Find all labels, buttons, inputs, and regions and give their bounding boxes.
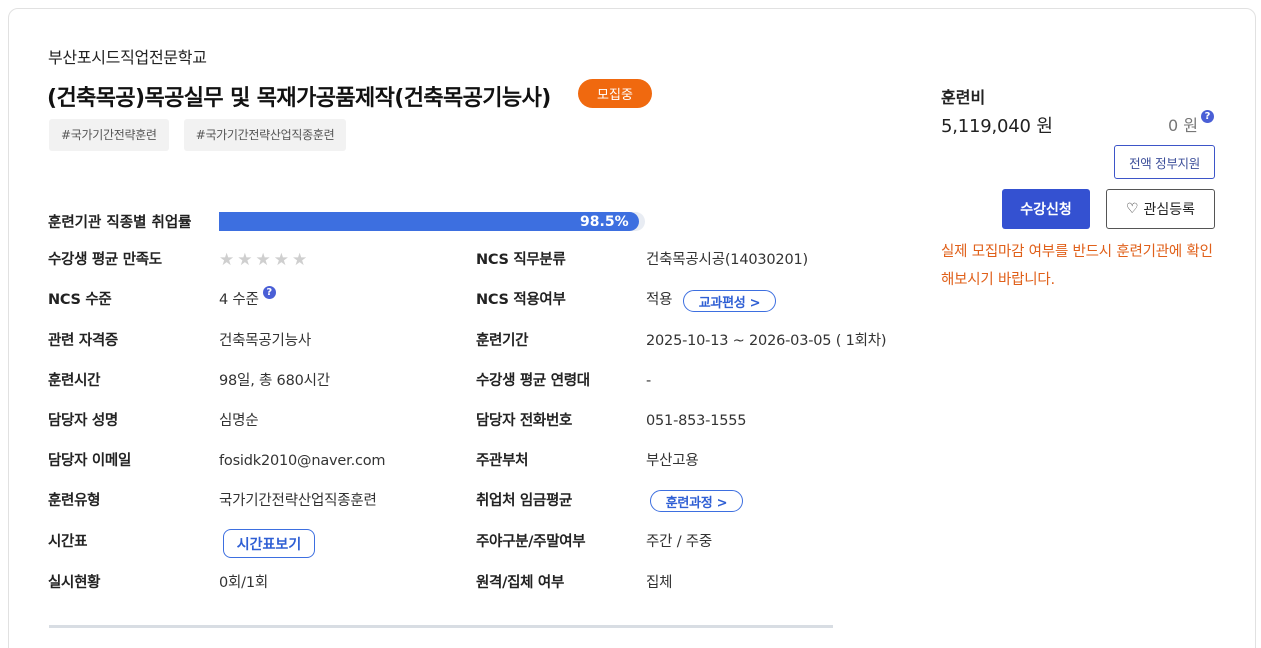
favorite-label: 관심등록 xyxy=(1143,202,1196,218)
fee-amount: 5,119,040 원 xyxy=(941,116,1053,137)
certificate-label: 관련 자격증 xyxy=(48,333,118,349)
info-row: 담당자 성명 심명순 담당자 전화번호 051-853-1555 xyxy=(0,409,900,433)
info-row: 수강생 평균 만족도 ★ ★ ★ ★ ★ NCS 직무분류 건축목공시공(140… xyxy=(0,248,900,272)
tag: #국가기간전략산업직종훈련 xyxy=(183,119,347,151)
info-row: 실시현황 0회/1회 원격/집체 여부 집체 xyxy=(0,571,900,595)
course-title: (건축목공)목공실무 및 목재가공품제작(건축목공기능사) xyxy=(47,86,551,111)
employment-rate-value: 98.5% xyxy=(580,213,629,230)
period-value: 2025-10-13 ~ 2026-03-05 ( 1회차) xyxy=(646,333,887,349)
star-icon: ★ xyxy=(255,250,271,270)
schedule-label: 주야구분/주말여부 xyxy=(476,534,586,550)
info-row: 시간표 주야구분/주말여부 주간 / 주중 xyxy=(0,530,900,554)
tag-list: #국가기간전략훈련 #국가기간전략산업직종훈련 xyxy=(49,119,347,151)
remote-label: 원격/집체 여부 xyxy=(476,575,564,591)
email-label: 담당자 이메일 xyxy=(48,453,131,469)
hours-label: 훈련시간 xyxy=(48,373,101,389)
phone-value: 051-853-1555 xyxy=(646,413,747,429)
help-icon[interactable]: ? xyxy=(1201,110,1214,123)
agency-value: 부산고용 xyxy=(646,453,699,469)
star-icon: ★ xyxy=(219,250,235,270)
fee-support-amount: 0 원 xyxy=(1168,116,1198,135)
manager-label: 담당자 성명 xyxy=(48,413,118,429)
info-row: 담당자 이메일 fosidk2010@naver.com 주관부처 부산고용 xyxy=(0,449,900,473)
ncs-apply-label: NCS 적용여부 xyxy=(476,292,566,308)
help-icon[interactable]: ? xyxy=(262,286,276,299)
divider xyxy=(49,625,833,628)
age-value: - xyxy=(646,373,652,389)
employment-rate-fill: 98.5% xyxy=(219,212,639,231)
ncs-level-value-wrap: 4 수준? xyxy=(219,286,276,312)
status-value: 0회/1회 xyxy=(219,575,269,591)
favorite-button[interactable]: ♡ 관심등록 xyxy=(1106,189,1215,229)
ncs-category-label: NCS 직무분류 xyxy=(476,252,566,268)
star-icon: ★ xyxy=(237,250,253,270)
status-label: 실시현황 xyxy=(48,575,101,591)
training-type-label: 훈련유형 xyxy=(48,493,101,509)
certificate-value: 건축목공기능사 xyxy=(219,333,311,349)
email-value: fosidk2010@naver.com xyxy=(219,453,386,469)
info-row: 훈련유형 국가기간전략산업직종훈련 취업처 임금평균 xyxy=(0,489,900,513)
fee-label: 훈련비 xyxy=(941,88,986,107)
timetable-button[interactable]: 시간표보기 xyxy=(223,529,315,558)
satisfaction-stars: ★ ★ ★ ★ ★ xyxy=(219,248,307,272)
age-label: 수강생 평균 연령대 xyxy=(476,373,590,389)
deadline-notice: 실제 모집마감 여부를 반드시 훈련기관에 확인해보시기 바랍니다. xyxy=(941,244,1213,288)
tag: #국가기간전략훈련 xyxy=(49,119,169,151)
wage-label: 취업처 임금평균 xyxy=(476,493,573,509)
timetable-label: 시간표 xyxy=(48,534,88,550)
info-row: 관련 자격증 건축목공기능사 훈련기간 2025-10-13 ~ 2026-03… xyxy=(0,329,900,353)
employment-rate-label: 훈련기관 직종별 취업률 xyxy=(48,215,192,231)
gov-support-button[interactable]: 전액 정부지원 xyxy=(1114,145,1215,179)
remote-value: 집체 xyxy=(646,575,673,591)
status-badge: 모집중 xyxy=(578,79,652,108)
employment-rate-bar: 98.5% xyxy=(219,212,645,231)
ncs-category-value: 건축목공시공(14030201) xyxy=(646,252,808,268)
heart-icon: ♡ xyxy=(1125,201,1139,217)
hours-value: 98일, 총 680시간 xyxy=(219,373,330,389)
ncs-level-value: 4 수준 xyxy=(219,292,259,308)
star-icon: ★ xyxy=(273,250,289,270)
period-label: 훈련기간 xyxy=(476,333,529,349)
training-type-value: 국가기간전략산업직종훈련 xyxy=(219,493,377,509)
agency-label: 주관부처 xyxy=(476,453,529,469)
training-course-button[interactable]: 훈련과정 > xyxy=(650,490,743,512)
ncs-apply-value: 적용 xyxy=(646,292,673,308)
manager-value: 심명순 xyxy=(219,413,259,429)
apply-button[interactable]: 수강신청 xyxy=(1002,189,1090,229)
schedule-value: 주간 / 주중 xyxy=(646,534,713,550)
satisfaction-label: 수강생 평균 만족도 xyxy=(48,252,162,268)
institution-name[interactable]: 부산포시드직업전문학교 xyxy=(48,44,207,68)
phone-label: 담당자 전화번호 xyxy=(476,413,573,429)
info-row: 훈련시간 98일, 총 680시간 수강생 평균 연령대 - xyxy=(0,369,900,393)
ncs-level-label: NCS 수준 xyxy=(48,292,112,308)
star-icon: ★ xyxy=(292,250,308,270)
curriculum-button[interactable]: 교과편성 > xyxy=(683,290,776,312)
